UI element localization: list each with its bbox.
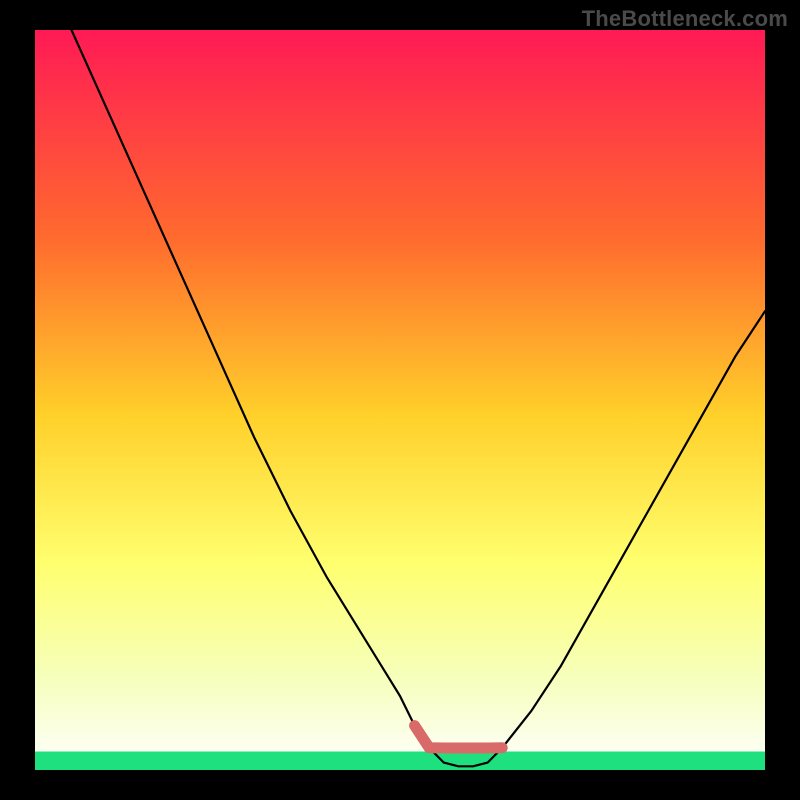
plot-background [35, 30, 765, 770]
watermark-text: TheBottleneck.com [582, 6, 788, 32]
bottom-band [35, 752, 765, 771]
chart-frame: TheBottleneck.com [0, 0, 800, 800]
bottleneck-chart [0, 0, 800, 800]
